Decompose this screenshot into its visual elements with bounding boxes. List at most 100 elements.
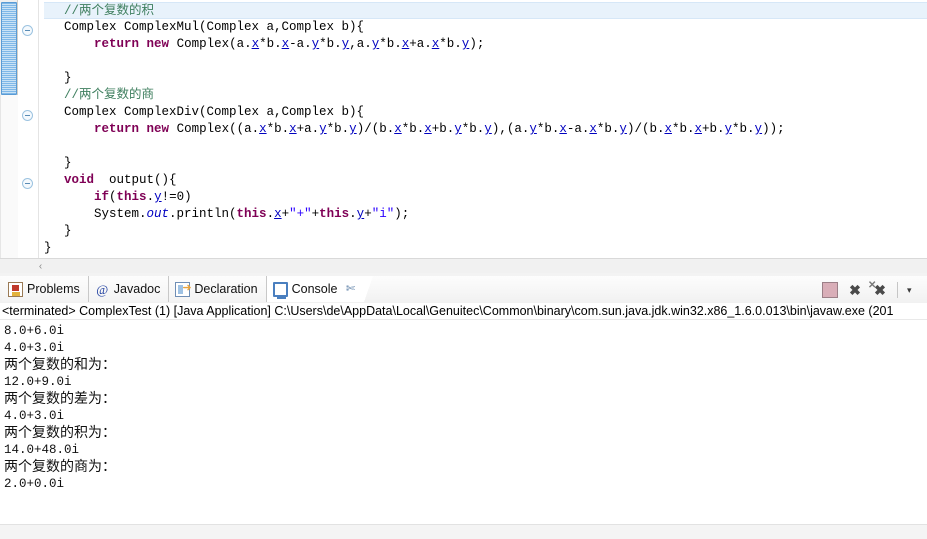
console-output-line: 两个复数的和为： (4, 357, 116, 373)
javadoc-icon: @ (96, 281, 109, 297)
code-token: x (559, 122, 567, 136)
code-token: + (311, 207, 320, 221)
code-token: ); (469, 37, 485, 51)
code-token: } (44, 241, 52, 255)
code-token: . (349, 207, 357, 221)
code-token: Complex ComplexDiv(Complex a,Complex b){ (64, 105, 365, 119)
code-token: this (236, 207, 267, 221)
code-token: Complex((a. (169, 122, 260, 136)
scroll-left-arrow-icon[interactable]: ‹ (33, 259, 48, 274)
tab-close-icon[interactable]: ✄ (344, 283, 356, 295)
code-token: x (589, 122, 597, 136)
console-process-label: <terminated> ComplexTest (1) [Java Appli… (0, 303, 927, 320)
tab-label: Problems (27, 282, 80, 296)
editor-vertical-scrollbar[interactable] (0, 0, 18, 258)
code-token: *b. (439, 37, 462, 51)
code-token: x (281, 37, 290, 51)
code-token: *b. (259, 37, 282, 51)
console-output-line: 4.0+3.0i (4, 341, 65, 355)
view-tabbar: Problems @ Javadoc Declaration Console ✄ ✖ ✖ (0, 276, 927, 304)
tab-javadoc[interactable]: @ Javadoc (88, 276, 170, 302)
code-token: ),(a. (491, 122, 530, 136)
console-output-line: 2.0+0.0i (4, 477, 65, 491)
code-token: "+" (289, 207, 312, 221)
code-token: + (364, 207, 372, 221)
toolbar-separator (897, 281, 898, 298)
console-output-line: 两个复数的商为： (4, 459, 116, 475)
code-token: ,a. (349, 37, 372, 51)
remove-all-terminated-button[interactable]: ✖ (868, 278, 888, 298)
fold-collapse-icon[interactable] (22, 25, 33, 36)
console-output-line: 12.0+9.0i (4, 375, 72, 389)
tab-problems[interactable]: Problems (2, 276, 89, 302)
code-line: } (44, 155, 72, 172)
code-token: } (64, 71, 72, 85)
code-line: //两个复数的商 (44, 87, 154, 104)
code-token: y (484, 122, 492, 136)
code-token: ); (394, 207, 410, 221)
code-token: if (94, 190, 110, 204)
java-editor[interactable]: //两个复数的积 Complex ComplexMul(Complex a,Com… (0, 0, 927, 258)
code-line: } (44, 240, 52, 257)
scrollbar-track[interactable] (0, 95, 18, 258)
editor-horizontal-scrollbar[interactable]: ‹ (0, 258, 927, 274)
fold-collapse-icon[interactable] (22, 110, 33, 121)
fold-collapse-icon[interactable] (22, 178, 33, 189)
code-area[interactable]: //两个复数的积 Complex ComplexMul(Complex a,Com… (44, 0, 927, 258)
code-token: x (694, 122, 702, 136)
code-token: !=0) (161, 190, 192, 204)
code-token: new (146, 37, 170, 51)
code-token: x (274, 207, 282, 221)
code-token: x (251, 37, 260, 51)
tab-declaration[interactable]: Declaration (169, 276, 267, 302)
code-token: *b. (536, 122, 560, 136)
editor-folding-gutter[interactable] (18, 0, 39, 258)
console-output[interactable]: 8.0+6.0i 4.0+3.0i 两个复数的和为： 12.0+9.0i 两个复数的差为… (4, 323, 904, 493)
console-output-line: 8.0+6.0i (4, 324, 65, 338)
code-token: out (146, 207, 170, 221)
code-token: x (424, 122, 432, 136)
code-token: new (146, 122, 170, 136)
console-view[interactable]: <terminated> ComplexTest (1) [Java Appli… (0, 303, 927, 539)
code-token: y (454, 122, 462, 136)
code-token: +a. (409, 37, 432, 51)
code-token: x (259, 122, 267, 136)
tab-label: Console (291, 282, 338, 296)
scrollbar-thumb[interactable] (1, 2, 17, 95)
console-output-line: 14.0+48.0i (4, 443, 80, 457)
code-token: +a. (296, 122, 320, 136)
code-line: return new Complex((a.x*b.x+a.y*b.y)/(b.… (44, 121, 785, 138)
console-bottom-edge (0, 524, 927, 539)
code-token: return (94, 122, 140, 136)
code-token: System. (64, 207, 147, 221)
tab-console[interactable]: Console ✄ (266, 276, 374, 302)
code-line: //两个复数的积 (44, 2, 927, 19)
tab-label: Javadoc (113, 282, 161, 296)
code-line: } (44, 223, 72, 240)
problems-icon (8, 281, 23, 297)
code-line: } (44, 70, 72, 87)
code-token: y (724, 122, 733, 136)
code-token: .println( (169, 207, 237, 221)
code-token: *b. (319, 37, 342, 51)
code-token: this (116, 190, 147, 204)
code-token: y (154, 190, 162, 204)
code-token: *b. (461, 122, 485, 136)
code-line: if(this.y!=0) (44, 189, 192, 206)
console-toolbar: ✖ ✖ (822, 276, 925, 303)
code-token: *b. (401, 122, 425, 136)
code-token: Complex ComplexMul(Complex a,Complex b){ (64, 20, 365, 34)
code-token: +b. (702, 122, 725, 136)
remove-launch-button[interactable]: ✖ (847, 282, 863, 298)
code-line: Complex ComplexDiv(Complex a,Complex b){ (44, 104, 364, 121)
terminate-button[interactable] (822, 281, 838, 298)
console-output-line: 两个复数的差为： (4, 391, 116, 407)
code-token: output(){ (94, 173, 177, 187)
tab-label: Declaration (194, 282, 258, 296)
code-token: Complex(a. (169, 37, 252, 51)
view-menu-icon[interactable] (907, 282, 917, 298)
declaration-icon (175, 281, 192, 297)
